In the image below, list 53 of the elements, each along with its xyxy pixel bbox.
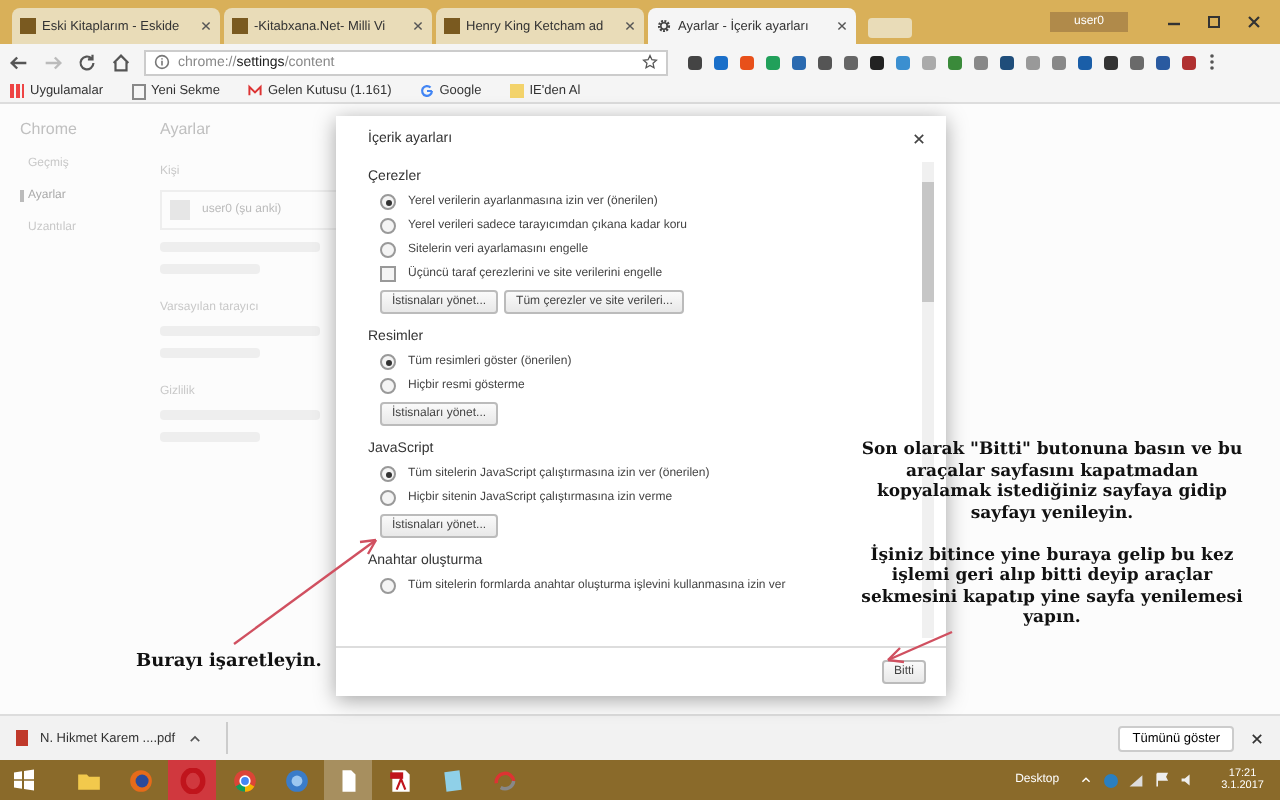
star-icon[interactable] (642, 54, 658, 70)
globe-icon (127, 767, 153, 793)
speaker-icon[interactable] (1179, 772, 1196, 788)
globe-icon (283, 767, 309, 793)
radio-button[interactable] (380, 354, 396, 370)
instruction-text: Burayı işaretleyin. (136, 652, 322, 672)
instruction-text: Son olarak "Bitti" butonuna basın ve bu araçalar sayfasını kapatmadan kopyalamak istediğiniz sayfaya gidip sayfayı yenileyin. (859, 440, 1245, 525)
maximize-icon[interactable] (1204, 12, 1224, 32)
signal-icon[interactable] (1127, 772, 1144, 788)
close-icon[interactable] (1244, 12, 1264, 32)
apps-grid-icon (10, 84, 24, 98)
folder-icon (509, 84, 524, 98)
reload-icon[interactable] (76, 51, 98, 73)
caret-icon[interactable] (187, 731, 202, 745)
radio-button[interactable] (380, 578, 396, 594)
ring-icon (179, 767, 205, 793)
close-icon[interactable] (200, 20, 212, 32)
mail-icon (247, 84, 262, 98)
windows-logo-icon[interactable] (12, 768, 36, 792)
instruction-text: İşiniz bitince yine buraya gelip bu kez işlemi geri alıp bitti deyip araçlar sekmesini kapatıp yine sayfa yenilemesi yapın. (859, 545, 1245, 630)
menu-icon[interactable] (1208, 52, 1216, 72)
checkbox[interactable] (380, 266, 396, 282)
page-icon (20, 18, 36, 34)
radio-button[interactable] (380, 466, 396, 482)
radio-button[interactable] (380, 490, 396, 506)
pdf-icon (16, 730, 28, 746)
radio-button[interactable] (380, 242, 396, 258)
brand-title: Chrome (20, 120, 77, 138)
radio-button[interactable] (380, 194, 396, 210)
home-icon[interactable] (110, 51, 132, 73)
circle-icon (231, 767, 257, 793)
page-icon (131, 83, 145, 99)
gear-icon (656, 18, 672, 34)
radio-button[interactable] (380, 378, 396, 394)
pointer-arrow (886, 630, 953, 664)
google-g-icon (419, 84, 434, 98)
close-icon[interactable] (912, 132, 926, 146)
info-icon[interactable] (154, 54, 170, 70)
pdf-icon (387, 767, 413, 793)
close-icon[interactable] (1250, 731, 1264, 745)
notepad-icon (439, 767, 465, 793)
close-icon[interactable] (624, 20, 636, 32)
page-icon (232, 18, 248, 34)
radio-button[interactable] (380, 218, 396, 234)
page-icon (444, 18, 460, 34)
close-icon[interactable] (412, 20, 424, 32)
flag-icon[interactable] (1153, 772, 1170, 788)
page-title: Ayarlar (160, 120, 211, 138)
back-arrow-icon[interactable] (8, 51, 30, 73)
sync-icon (491, 767, 517, 793)
close-icon[interactable] (836, 20, 848, 32)
taskbar-app[interactable] (324, 760, 372, 800)
chevron-up-icon[interactable] (1079, 774, 1092, 786)
